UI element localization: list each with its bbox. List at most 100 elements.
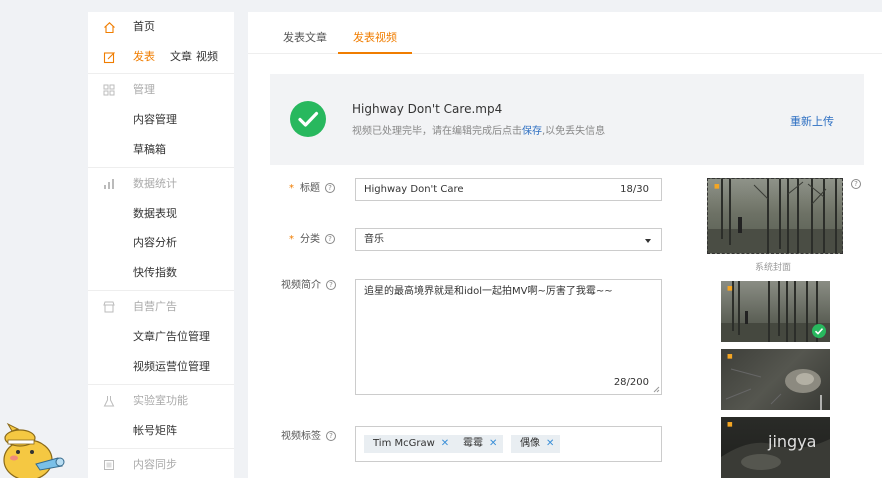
upload-status-box: Highway Don't Care.mp4 视频已处理完毕，请在编辑完成后点击…: [270, 74, 864, 165]
sidebar-section-label: 实验室功能: [133, 394, 188, 407]
sidebar-item-label: 内容分析: [133, 236, 177, 249]
tags-label: 视频标签?: [281, 430, 336, 444]
sidebar-item-label: 帐号矩阵: [133, 424, 177, 437]
help-icon[interactable]: ?: [325, 183, 335, 193]
tab-bar: 发表文章 发表视频: [248, 12, 882, 54]
sidebar-section-stats: 数据统计: [88, 172, 234, 196]
sidebar-item-label: 快传指数: [133, 266, 177, 279]
sidebar-section-sync: 内容同步: [88, 453, 234, 477]
channel-logo: ■: [727, 353, 733, 360]
sidebar-item-publish[interactable]: 发表 文章 视频: [88, 45, 234, 69]
resize-handle-icon[interactable]: [653, 386, 660, 393]
cover-option-2[interactable]: ■: [721, 349, 830, 410]
intro-char-count: 28/200: [613, 377, 649, 388]
sidebar-item-data-performance[interactable]: 数据表现: [88, 202, 234, 226]
tab-publish-article[interactable]: 发表文章: [283, 31, 327, 45]
required-mark: *: [289, 234, 294, 245]
sidebar-item-content-analysis[interactable]: 内容分析: [88, 231, 234, 255]
label-text: 视频标签: [281, 431, 321, 442]
bar-chart-icon: [102, 177, 116, 191]
store-icon: [102, 300, 116, 314]
divider: [88, 384, 234, 385]
forest-scene-image: [708, 179, 842, 253]
sidebar-section-label: 数据统计: [133, 177, 177, 190]
check-circle-icon: [290, 101, 326, 137]
sidebar-section-manage: 管理: [88, 78, 234, 102]
edit-icon: [102, 50, 116, 64]
intro-textarea[interactable]: 追星的最高境界就是和idol一起拍MV啊~厉害了我霉~~ 28/200: [355, 279, 662, 395]
category-select[interactable]: 音乐: [355, 228, 662, 251]
help-icon[interactable]: ?: [326, 280, 336, 290]
home-icon: [102, 20, 116, 34]
label-text: 分类: [300, 234, 320, 245]
cover-option-1[interactable]: ■: [721, 281, 830, 342]
sidebar-item-label: 草稿箱: [133, 143, 166, 156]
divider: [88, 73, 234, 74]
system-cover-image[interactable]: ■ ?: [707, 178, 843, 254]
help-icon[interactable]: ?: [325, 234, 335, 244]
intro-label: 视频简介?: [281, 279, 336, 293]
category-label: * 分类?: [289, 233, 335, 247]
channel-logo: ■: [727, 285, 733, 292]
mascot-image[interactable]: [0, 420, 70, 478]
note-text: 视频已处理完毕，请在编辑完成后点击: [352, 126, 522, 137]
tag-chip: 霉霉 ✕: [454, 435, 504, 453]
title-char-count: 18/30: [620, 184, 649, 195]
sync-icon: [102, 458, 116, 472]
flask-icon: [102, 394, 116, 408]
channel-logo: ■: [727, 421, 733, 428]
remove-tag-icon[interactable]: ✕: [546, 438, 554, 449]
reupload-button[interactable]: 重新上传: [790, 115, 834, 129]
note-text: ,以免丢失信息: [542, 126, 606, 137]
intro-value: 追星的最高境界就是和idol一起拍MV啊~厉害了我霉~~: [364, 286, 613, 297]
grid-icon: [102, 83, 116, 97]
sidebar-item-label: 发表: [133, 50, 155, 63]
sidebar-item-video-ops[interactable]: 视频运营位管理: [88, 355, 234, 379]
remove-tag-icon[interactable]: ✕: [441, 438, 449, 449]
title-label: * 标题?: [289, 182, 335, 196]
sidebar-item-label: 文章广告位管理: [133, 330, 210, 343]
sidebar-item-content-manage[interactable]: 内容管理: [88, 108, 234, 132]
tags-input[interactable]: Tim McGraw ✕ 霉霉 ✕ 偶像 ✕: [355, 426, 662, 462]
label-text: 标题: [300, 183, 320, 194]
sidebar-section-lab: 实验室功能: [88, 389, 234, 413]
sidebar-item-label: 视频运营位管理: [133, 360, 210, 373]
system-cover-label: 系统封面: [755, 263, 792, 273]
sidebar-section-ads: 自营广告: [88, 295, 234, 319]
sidebar-item-account-matrix[interactable]: 帐号矩阵: [88, 419, 234, 443]
watermark-mark: [812, 410, 826, 412]
sidebar-subitem-article[interactable]: 文章: [170, 50, 192, 64]
sidebar-item-drafts[interactable]: 草稿箱: [88, 138, 234, 162]
caret-down-icon: [645, 239, 651, 243]
main-panel: 发表文章 发表视频 Highway Don't Care.mp4 视频已处理完毕…: [248, 12, 882, 478]
tab-publish-video[interactable]: 发表视频: [353, 31, 397, 45]
save-link[interactable]: 保存: [522, 126, 542, 137]
sidebar-subitem-video[interactable]: 视频: [196, 50, 218, 64]
title-value: Highway Don't Care: [364, 184, 464, 195]
tag-chip: Tim McGraw ✕: [364, 435, 456, 453]
ground-scene-image: [725, 368, 821, 405]
sidebar-item-article-ads[interactable]: 文章广告位管理: [88, 325, 234, 349]
sidebar-item-kuaichuan-index[interactable]: 快传指数: [88, 261, 234, 285]
help-icon[interactable]: ?: [851, 179, 861, 189]
tag-chip: 偶像 ✕: [511, 435, 561, 453]
sidebar-item-home[interactable]: 首页: [88, 15, 234, 39]
divider: [88, 167, 234, 168]
title-input[interactable]: Highway Don't Care 18/30: [355, 178, 662, 201]
tag-text: 偶像: [520, 438, 540, 449]
sidebar-section-label: 自营广告: [133, 300, 177, 313]
help-icon[interactable]: ?: [326, 431, 336, 441]
remove-tag-icon[interactable]: ✕: [489, 438, 497, 449]
sidebar: 首页 发表 文章 视频 管理 内容管理 草稿箱 数据统计 数据表现 内容分析 快…: [88, 12, 234, 478]
sidebar-section-label: 管理: [133, 83, 155, 96]
tag-text: 霉霉: [463, 438, 483, 449]
tab-active-indicator: [338, 52, 412, 54]
sidebar-section-label: 内容同步: [133, 458, 177, 471]
watermark-mark: [820, 395, 822, 417]
tag-text: Tim McGraw: [373, 438, 435, 449]
video-file-name: Highway Don't Care.mp4: [352, 102, 503, 116]
sidebar-item-label: 数据表现: [133, 207, 177, 220]
divider: [88, 290, 234, 291]
selected-check-icon: [812, 324, 826, 338]
upload-status-note: 视频已处理完毕，请在编辑完成后点击保存,以免丢失信息: [352, 125, 605, 139]
